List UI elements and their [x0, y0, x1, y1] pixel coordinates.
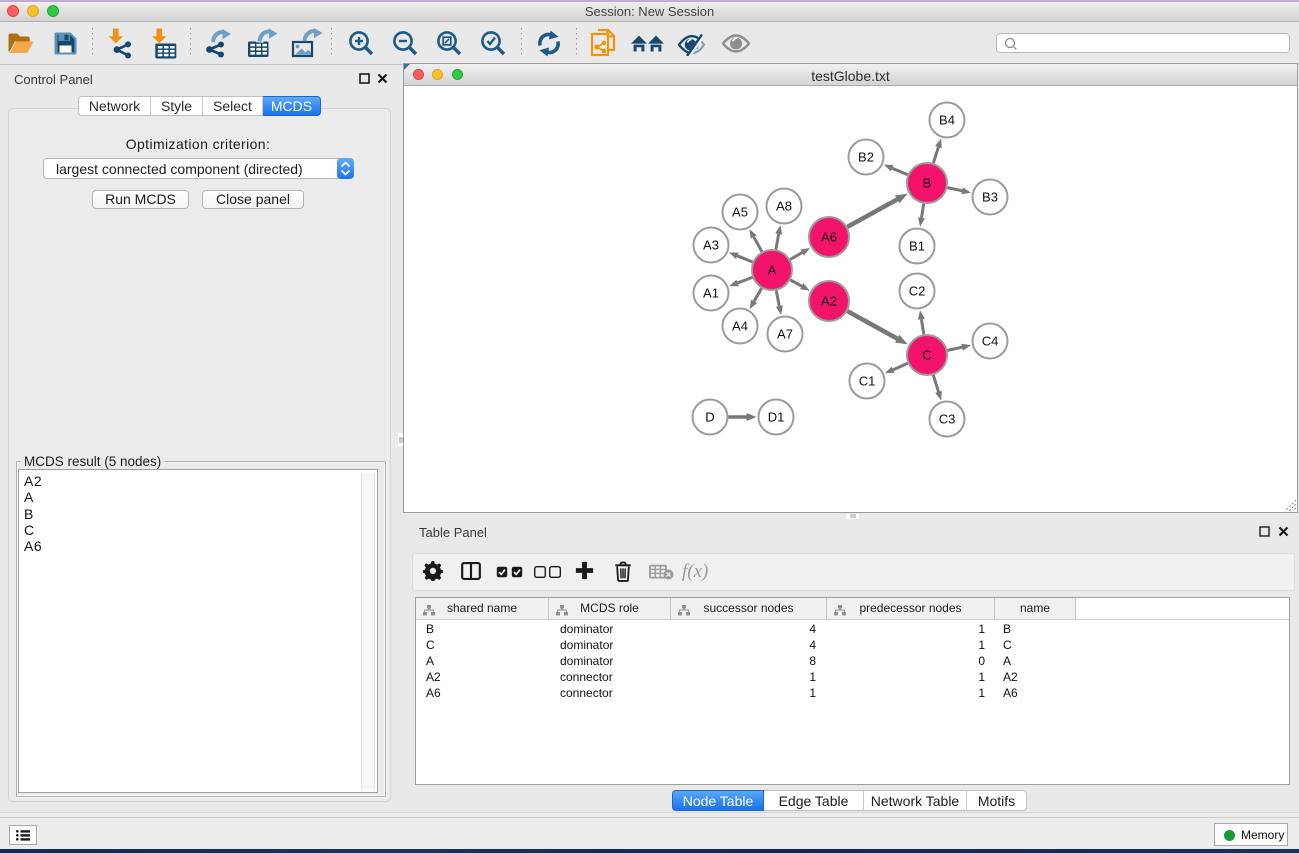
svg-text:A3: A3 [703, 238, 719, 253]
svg-text:C4: C4 [982, 334, 999, 349]
svg-text:A5: A5 [732, 205, 748, 220]
svg-text:C1: C1 [859, 374, 876, 389]
svg-text:A7: A7 [777, 327, 793, 342]
svg-text:D: D [705, 410, 714, 425]
svg-text:B4: B4 [939, 113, 955, 128]
svg-text:A: A [768, 263, 777, 278]
svg-text:A1: A1 [703, 286, 719, 301]
svg-text:B3: B3 [982, 190, 998, 205]
svg-text:A4: A4 [732, 319, 748, 334]
svg-text:A2: A2 [821, 294, 837, 309]
svg-text:B2: B2 [858, 150, 874, 165]
svg-text:A8: A8 [776, 199, 792, 214]
svg-text:D1: D1 [768, 410, 785, 425]
svg-text:C3: C3 [939, 412, 956, 427]
svg-text:C: C [922, 348, 931, 363]
svg-text:A6: A6 [821, 230, 837, 245]
svg-text:B1: B1 [909, 239, 925, 254]
svg-text:C2: C2 [909, 284, 926, 299]
svg-text:B: B [923, 176, 932, 191]
